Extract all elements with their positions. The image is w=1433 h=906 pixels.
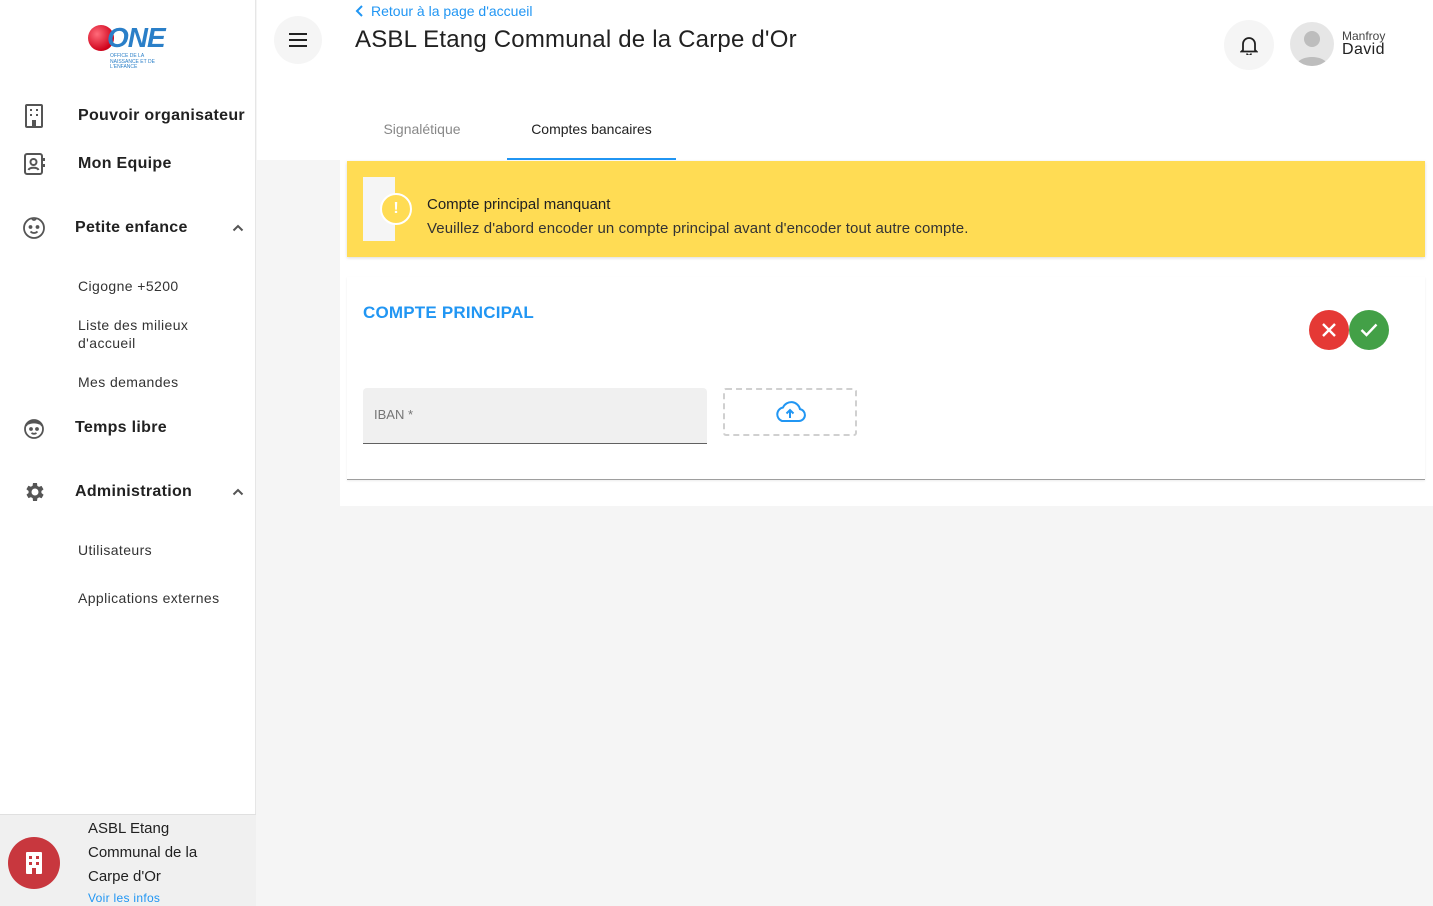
tab-signaletique[interactable]: Signalétique bbox=[363, 112, 481, 160]
sidebar-item-label: Pouvoir organisateur bbox=[78, 107, 245, 124]
sidebar-item-label: Mon Equipe bbox=[78, 155, 172, 172]
sidebar-item-label: Petite enfance bbox=[75, 219, 188, 236]
user-avatar[interactable] bbox=[1290, 22, 1334, 66]
bell-icon bbox=[1240, 37, 1258, 55]
sidebar-subitem-cigogne[interactable]: Cigogne +5200 bbox=[78, 277, 238, 295]
tab-comptes-bancaires[interactable]: Comptes bancaires bbox=[507, 112, 676, 160]
alert-message: Veuillez d'abord encoder un compte princ… bbox=[427, 220, 969, 237]
close-icon bbox=[1322, 323, 1336, 337]
organisation-panel: ASBL Etang Communal de la Carpe d'Or Voi… bbox=[0, 814, 256, 906]
building-icon bbox=[22, 104, 46, 128]
back-link[interactable]: Retour à la page d'accueil bbox=[355, 3, 532, 19]
user-last-name: David bbox=[1342, 41, 1385, 58]
sidebar-item-temps-libre[interactable]: Temps libre bbox=[0, 414, 256, 442]
sidebar-item-administration[interactable]: Administration bbox=[0, 478, 256, 506]
organisation-name: ASBL Etang Communal de la Carpe d'Or bbox=[88, 820, 198, 885]
check-icon bbox=[1360, 323, 1378, 337]
upload-button[interactable] bbox=[723, 388, 857, 436]
child-face-icon bbox=[22, 416, 46, 440]
organisation-avatar[interactable] bbox=[8, 837, 60, 889]
sidebar-item-petite-enfance[interactable]: Petite enfance bbox=[0, 214, 256, 242]
logo-subtitle: OFFICE DE LA NAISSANCE ET DE L'ENFANCE bbox=[110, 53, 155, 70]
notifications-button[interactable] bbox=[1224, 20, 1274, 70]
sidebar-item-label: Temps libre bbox=[75, 419, 167, 436]
sidebar-subitem-utilisateurs[interactable]: Utilisateurs bbox=[78, 541, 238, 559]
baby-face-icon bbox=[22, 216, 46, 240]
header: Retour à la page d'accueil ASBL Etang Co… bbox=[257, 0, 1433, 160]
person-icon bbox=[1296, 31, 1328, 66]
menu-button[interactable] bbox=[274, 16, 322, 64]
iban-input[interactable] bbox=[363, 388, 707, 443]
building-icon bbox=[26, 852, 42, 874]
sidebar: ONE OFFICE DE LA NAISSANCE ET DE L'ENFAN… bbox=[0, 0, 256, 906]
page-title: ASBL Etang Communal de la Carpe d'Or bbox=[355, 26, 797, 53]
card-title: COMPTE PRINCIPAL bbox=[363, 303, 535, 322]
sidebar-subitem-liste-milieux[interactable]: Liste des milieux d'accueil bbox=[78, 316, 238, 352]
hamburger-icon bbox=[289, 33, 307, 47]
one-logo[interactable]: ONE OFFICE DE LA NAISSANCE ET DE L'ENFAN… bbox=[88, 22, 168, 72]
main-account-card: COMPTE PRINCIPAL IBAN * bbox=[347, 277, 1425, 480]
sidebar-subitem-mes-demandes[interactable]: Mes demandes bbox=[78, 373, 238, 391]
sidebar-item-mon-equipe[interactable]: Mon Equipe bbox=[0, 150, 256, 178]
chevron-left-icon bbox=[355, 5, 363, 17]
cancel-button[interactable] bbox=[1309, 310, 1349, 350]
back-link-label: Retour à la page d'accueil bbox=[371, 3, 533, 19]
chevron-up-icon[interactable] bbox=[230, 220, 246, 236]
view-info-link[interactable]: Voir les infos bbox=[88, 891, 160, 905]
logo-text: ONE bbox=[107, 22, 166, 53]
sidebar-item-label: Administration bbox=[75, 483, 193, 500]
contact-card-icon bbox=[22, 152, 46, 176]
sidebar-subitem-applications-externes[interactable]: Applications externes bbox=[78, 589, 238, 607]
cloud-upload-icon bbox=[776, 401, 806, 422]
iban-field[interactable]: IBAN * bbox=[363, 388, 707, 444]
warning-alert: ! Compte principal manquant Veuillez d'a… bbox=[347, 161, 1425, 257]
chevron-up-icon[interactable] bbox=[230, 484, 246, 500]
alert-title: Compte principal manquant bbox=[427, 196, 611, 213]
confirm-button[interactable] bbox=[1349, 310, 1389, 350]
gear-icon bbox=[22, 480, 46, 504]
warning-icon: ! bbox=[380, 193, 412, 225]
sidebar-item-pouvoir-organisateur[interactable]: Pouvoir organisateur bbox=[0, 102, 256, 130]
